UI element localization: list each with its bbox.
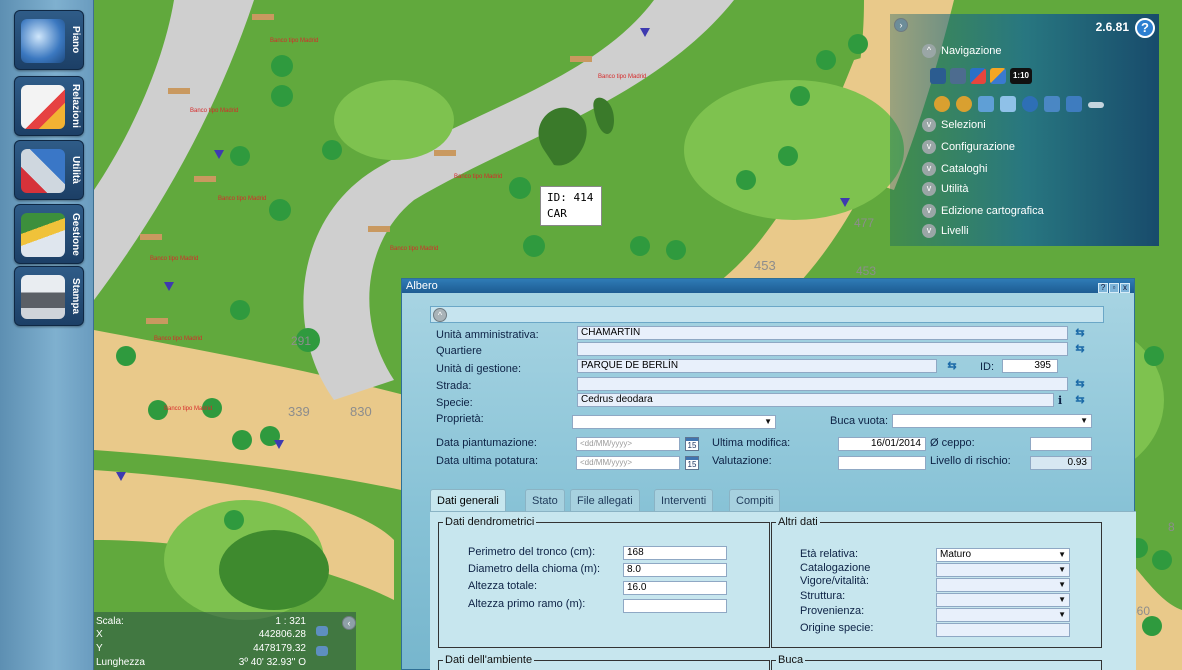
altezza-totale-field[interactable]: 16.0	[623, 581, 727, 595]
layers-binoculars-icon[interactable]	[950, 68, 966, 84]
gestione-button[interactable]: Gestione	[14, 204, 84, 264]
piano-button[interactable]: Piano	[14, 10, 84, 70]
zoom-extent-icon[interactable]	[1022, 96, 1038, 112]
id-field[interactable]: 395	[1002, 359, 1058, 373]
data-potatura-field[interactable]: <dd/MM/yyyy>	[576, 456, 680, 470]
ultima-modifica-field: 16/01/2014	[838, 437, 926, 451]
chevron-down-icon: v	[922, 204, 936, 218]
nav-section-cataloghi[interactable]: v Cataloghi	[922, 162, 987, 178]
minimize-icon[interactable]: ▫	[1109, 283, 1119, 293]
left-toolbar: Piano Relazioni Utilità Gestione Stampa	[0, 0, 94, 670]
diametro-chioma-field[interactable]: 8.0	[623, 563, 727, 577]
previous-view-icon[interactable]	[1044, 96, 1060, 112]
relazioni-button[interactable]: Relazioni	[14, 76, 84, 136]
struttura-select[interactable]: ▼	[936, 593, 1070, 607]
diametro-ceppo-field[interactable]	[1030, 437, 1092, 451]
tab-file-allegati[interactable]: File allegati	[570, 489, 640, 511]
dati-ambiente-group: Dati dell'ambiente	[438, 654, 770, 670]
coordinates-panel: Scala: 1 : 321 X 442806.28 Y 4478179.32 Lun…	[94, 612, 356, 670]
stampa-button[interactable]: Stampa	[14, 266, 84, 326]
albero-dialog: Albero ? ▫ x ^ Unità amministrativa: CHAMA…	[401, 278, 1136, 670]
navigation-panel: › 2.6.81 ? ^ Navigazione 1:10 v Selezioni …	[890, 14, 1159, 246]
copy-coordinates-icon[interactable]	[316, 626, 328, 636]
chevron-down-icon: v	[922, 140, 936, 154]
swap-arrows-icon[interactable]: ⇆	[1074, 394, 1086, 406]
nav-section-navigazione[interactable]: ^ Navigazione	[922, 44, 1002, 60]
help-icon[interactable]: ?	[1135, 18, 1155, 38]
tab-panel-dati-generali: Dati dendrometrici Perimetro del tronco …	[430, 511, 1136, 670]
binoculars-icon[interactable]	[930, 68, 946, 84]
catalogazione-select[interactable]: ▼	[936, 563, 1070, 577]
strada-field[interactable]	[577, 377, 1068, 391]
tab-dati-generali[interactable]: Dati generali	[430, 489, 506, 511]
chevron-down-icon: v	[922, 224, 936, 238]
zoom-in-icon[interactable]	[934, 96, 950, 112]
quartiere-field[interactable]	[577, 342, 1068, 356]
tab-stato[interactable]: Stato	[525, 489, 565, 511]
version-label: 2.6.81	[1095, 20, 1129, 34]
collapse-coordinates-button[interactable]: ‹	[342, 616, 356, 630]
origine-specie-field[interactable]	[936, 623, 1070, 637]
valutazione-field[interactable]	[838, 456, 926, 470]
measure-icon[interactable]	[1088, 102, 1104, 108]
provenienza-select[interactable]: ▼	[936, 608, 1070, 622]
feature-tooltip: ID: 414 CAR	[540, 186, 602, 226]
help-icon[interactable]: ?	[1098, 283, 1108, 293]
form-section-header	[430, 306, 1104, 323]
calendar-icon[interactable]: 15	[685, 456, 699, 470]
printer-icon	[21, 275, 65, 319]
chevron-up-icon: ^	[922, 44, 936, 58]
chevron-down-icon: v	[922, 162, 936, 176]
nav-section-utilita[interactable]: v Utilità	[922, 182, 969, 198]
tab-compiti[interactable]: Compiti	[729, 489, 781, 511]
unita-gestione-field[interactable]: PARQUE DE BERLÍN	[577, 359, 937, 373]
vigore-select[interactable]: ▼	[936, 578, 1070, 592]
perimetro-tronco-field[interactable]: 168	[623, 546, 727, 560]
zoom-out-icon[interactable]	[956, 96, 972, 112]
buca-group: Buca	[771, 654, 1102, 670]
collapse-panel-button[interactable]: ›	[894, 18, 908, 32]
nav-section-configurazione[interactable]: v Configurazione	[922, 140, 1015, 156]
pointer-icon[interactable]	[1000, 96, 1016, 112]
specie-field[interactable]: Cedrus deodara	[577, 393, 1054, 407]
proprieta-select[interactable]: ▼	[572, 415, 776, 429]
collapse-section-button[interactable]: ^	[433, 308, 447, 322]
chevron-down-icon: v	[922, 118, 936, 132]
buca-vuota-select[interactable]: ▼	[892, 414, 1092, 428]
swap-arrows-icon[interactable]: ⇆	[946, 360, 958, 372]
data-piantumazione-field[interactable]: <dd/MM/yyyy>	[576, 437, 680, 451]
street-view-icon[interactable]	[990, 68, 1006, 84]
info-icon[interactable]: i	[1058, 394, 1062, 407]
swap-arrows-icon[interactable]: ⇆	[1074, 378, 1086, 390]
nav-section-livelli[interactable]: v Livelli	[922, 224, 969, 240]
management-icon	[21, 213, 65, 257]
chevron-down-icon: v	[922, 182, 936, 196]
zoom-window-icon[interactable]	[978, 96, 994, 112]
dialog-titlebar[interactable]: Albero ? ▫ x	[402, 279, 1134, 293]
tools-icon	[21, 149, 65, 193]
magnifier-icon	[21, 19, 65, 63]
eta-relativa-select[interactable]: Maturo ▼	[936, 548, 1070, 562]
google-maps-icon[interactable]	[970, 68, 986, 84]
altezza-primo-ramo-field[interactable]	[623, 599, 727, 613]
calendar-icon[interactable]: 15	[685, 437, 699, 451]
nav-section-edizione[interactable]: v Edizione cartografica	[922, 204, 1044, 220]
swap-arrows-icon[interactable]: ⇆	[1074, 343, 1086, 355]
tab-interventi[interactable]: Interventi	[654, 489, 714, 511]
close-icon[interactable]: x	[1120, 283, 1130, 293]
report-icon	[21, 85, 65, 129]
swap-arrows-icon[interactable]: ⇆	[1074, 327, 1086, 339]
scale-1-10-button[interactable]: 1:10	[1010, 68, 1032, 84]
livello-rischio-field: 0.93	[1030, 456, 1092, 470]
utilita-button[interactable]: Utilità	[14, 140, 84, 200]
nav-section-selezioni[interactable]: v Selezioni	[922, 118, 986, 134]
unita-amministrativa-field[interactable]: CHAMARTIN	[577, 326, 1068, 340]
pan-icon[interactable]	[1066, 96, 1082, 112]
copy-coordinates-icon[interactable]	[316, 646, 328, 656]
